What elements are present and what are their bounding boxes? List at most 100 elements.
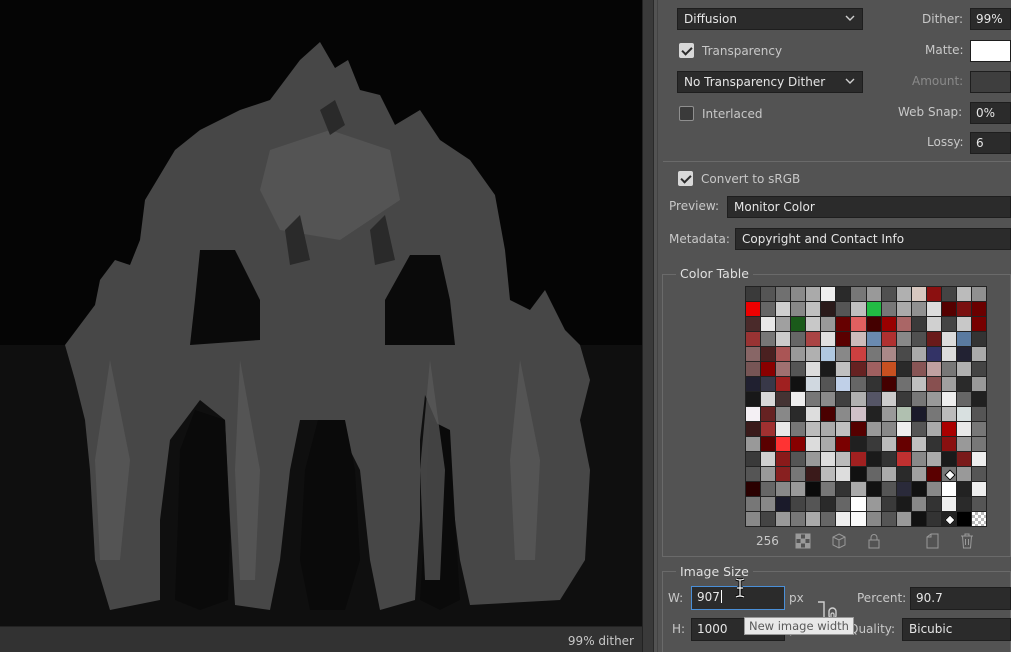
color-swatch[interactable] — [911, 482, 926, 496]
percent-field[interactable]: 90.7 — [910, 587, 1011, 610]
color-swatch[interactable] — [806, 317, 821, 331]
color-swatch[interactable] — [851, 467, 866, 481]
color-swatch[interactable] — [866, 482, 881, 496]
color-swatch[interactable] — [926, 287, 941, 301]
color-swatch[interactable] — [881, 377, 896, 391]
color-swatch[interactable] — [881, 302, 896, 316]
color-swatch[interactable] — [851, 377, 866, 391]
color-swatch[interactable] — [776, 347, 791, 361]
color-swatch[interactable] — [941, 347, 956, 361]
color-swatch[interactable] — [971, 512, 986, 526]
color-swatch[interactable] — [896, 467, 911, 481]
color-swatch[interactable] — [971, 452, 986, 466]
color-swatch[interactable] — [881, 332, 896, 346]
color-swatch[interactable] — [956, 347, 971, 361]
color-swatch[interactable] — [896, 287, 911, 301]
color-swatch[interactable] — [746, 347, 761, 361]
color-swatch[interactable] — [746, 332, 761, 346]
color-swatch[interactable] — [851, 362, 866, 376]
color-swatch[interactable] — [851, 317, 866, 331]
color-swatch[interactable] — [746, 302, 761, 316]
color-swatch[interactable] — [941, 452, 956, 466]
color-swatch[interactable] — [881, 437, 896, 451]
color-swatch[interactable] — [836, 317, 851, 331]
color-swatch[interactable] — [836, 497, 851, 511]
color-swatch[interactable] — [956, 392, 971, 406]
color-swatch[interactable] — [851, 452, 866, 466]
color-swatch[interactable] — [746, 467, 761, 481]
preview-dropdown[interactable]: Monitor Color — [727, 196, 1011, 218]
color-swatch[interactable] — [836, 362, 851, 376]
trash-icon[interactable] — [959, 533, 975, 549]
color-swatch[interactable] — [911, 422, 926, 436]
color-swatch[interactable] — [746, 392, 761, 406]
color-swatch[interactable] — [926, 392, 941, 406]
color-swatch[interactable] — [836, 482, 851, 496]
color-swatch[interactable] — [791, 497, 806, 511]
color-swatch[interactable] — [941, 497, 956, 511]
color-swatch[interactable] — [821, 287, 836, 301]
color-swatch[interactable] — [791, 452, 806, 466]
color-swatch[interactable] — [836, 287, 851, 301]
color-swatch[interactable] — [746, 497, 761, 511]
color-swatch[interactable] — [911, 377, 926, 391]
metadata-dropdown[interactable]: Copyright and Contact Info — [735, 228, 1011, 250]
color-swatch[interactable] — [911, 467, 926, 481]
color-swatch[interactable] — [956, 362, 971, 376]
color-swatch[interactable] — [776, 332, 791, 346]
color-swatch[interactable] — [941, 377, 956, 391]
color-swatch[interactable] — [866, 497, 881, 511]
color-swatch[interactable] — [911, 437, 926, 451]
color-swatch[interactable] — [791, 302, 806, 316]
color-swatch[interactable] — [746, 452, 761, 466]
color-swatch[interactable] — [956, 407, 971, 421]
color-swatch[interactable] — [821, 377, 836, 391]
color-swatch[interactable] — [926, 467, 941, 481]
color-swatch[interactable] — [806, 362, 821, 376]
color-swatch[interactable] — [776, 362, 791, 376]
color-swatch[interactable] — [836, 422, 851, 436]
color-swatch[interactable] — [866, 347, 881, 361]
color-swatch[interactable] — [761, 317, 776, 331]
color-swatch[interactable] — [971, 467, 986, 481]
color-swatch[interactable] — [776, 437, 791, 451]
color-swatch[interactable] — [746, 422, 761, 436]
color-swatch[interactable] — [791, 392, 806, 406]
color-swatch[interactable] — [881, 287, 896, 301]
color-swatch[interactable] — [971, 437, 986, 451]
color-swatch[interactable] — [911, 392, 926, 406]
color-swatch[interactable] — [911, 407, 926, 421]
color-swatch[interactable] — [821, 407, 836, 421]
color-swatch[interactable] — [866, 422, 881, 436]
color-swatch[interactable] — [836, 512, 851, 526]
color-swatch[interactable] — [926, 332, 941, 346]
color-swatch[interactable] — [746, 482, 761, 496]
color-swatch[interactable] — [806, 467, 821, 481]
color-swatch[interactable] — [896, 347, 911, 361]
color-swatch[interactable] — [791, 347, 806, 361]
color-swatch[interactable] — [761, 362, 776, 376]
color-swatch[interactable] — [911, 452, 926, 466]
color-swatch[interactable] — [776, 452, 791, 466]
color-swatch[interactable] — [956, 302, 971, 316]
color-swatch[interactable] — [926, 437, 941, 451]
color-swatch[interactable] — [761, 512, 776, 526]
preview-canvas[interactable] — [0, 0, 642, 626]
new-page-icon[interactable] — [924, 533, 940, 549]
color-swatch[interactable] — [821, 362, 836, 376]
color-swatch[interactable] — [956, 452, 971, 466]
color-swatch[interactable] — [941, 422, 956, 436]
color-swatch[interactable] — [761, 407, 776, 421]
color-swatch[interactable] — [791, 317, 806, 331]
color-swatch[interactable] — [806, 287, 821, 301]
color-swatch[interactable] — [806, 347, 821, 361]
color-swatch[interactable] — [956, 332, 971, 346]
color-swatch[interactable] — [806, 392, 821, 406]
color-swatch[interactable] — [926, 407, 941, 421]
color-swatch[interactable] — [761, 422, 776, 436]
lock-icon[interactable] — [866, 533, 882, 549]
lossy-field[interactable]: 6 — [970, 132, 1011, 154]
color-swatch[interactable] — [896, 317, 911, 331]
color-swatch[interactable] — [776, 392, 791, 406]
color-swatch[interactable] — [791, 422, 806, 436]
